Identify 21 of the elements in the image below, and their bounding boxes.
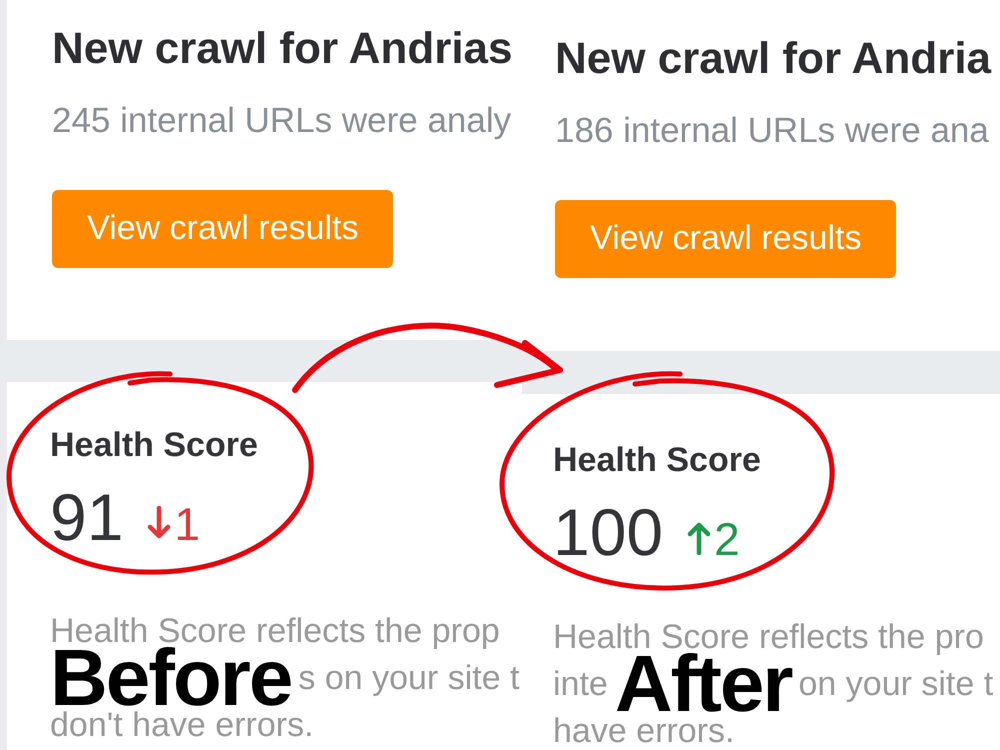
description-text: don't have errors.: [50, 708, 314, 742]
description-text: have errors.: [553, 714, 734, 748]
overlay-caption: Before: [50, 648, 292, 708]
crawl-summary: 245 internal URLs were analy: [52, 100, 512, 142]
score-change-value: 2: [714, 516, 740, 562]
health-score-value: 91: [50, 484, 124, 550]
health-score-title: Health Score: [50, 425, 258, 466]
health-score-title: Health Score: [553, 440, 761, 481]
description-text: s on your site t: [298, 660, 520, 695]
description-text: inte: [553, 666, 608, 701]
overlay-caption: After: [614, 654, 792, 714]
crawl-title: New crawl for Andria: [555, 34, 992, 85]
crawl-summary: 186 internal URLs were ana: [555, 110, 989, 152]
description-text: Health Score reflects the prop: [50, 614, 500, 648]
score-change-value: 1: [174, 500, 200, 547]
crawl-title: New crawl for Andrias: [52, 24, 512, 75]
description-text: on your site t: [798, 666, 994, 701]
description-text: Health Score reflects the pro: [553, 620, 984, 654]
view-results-button[interactable]: View crawl results: [52, 190, 394, 268]
view-results-button[interactable]: View crawl results: [555, 200, 896, 278]
health-score-value: 100: [553, 498, 664, 565]
